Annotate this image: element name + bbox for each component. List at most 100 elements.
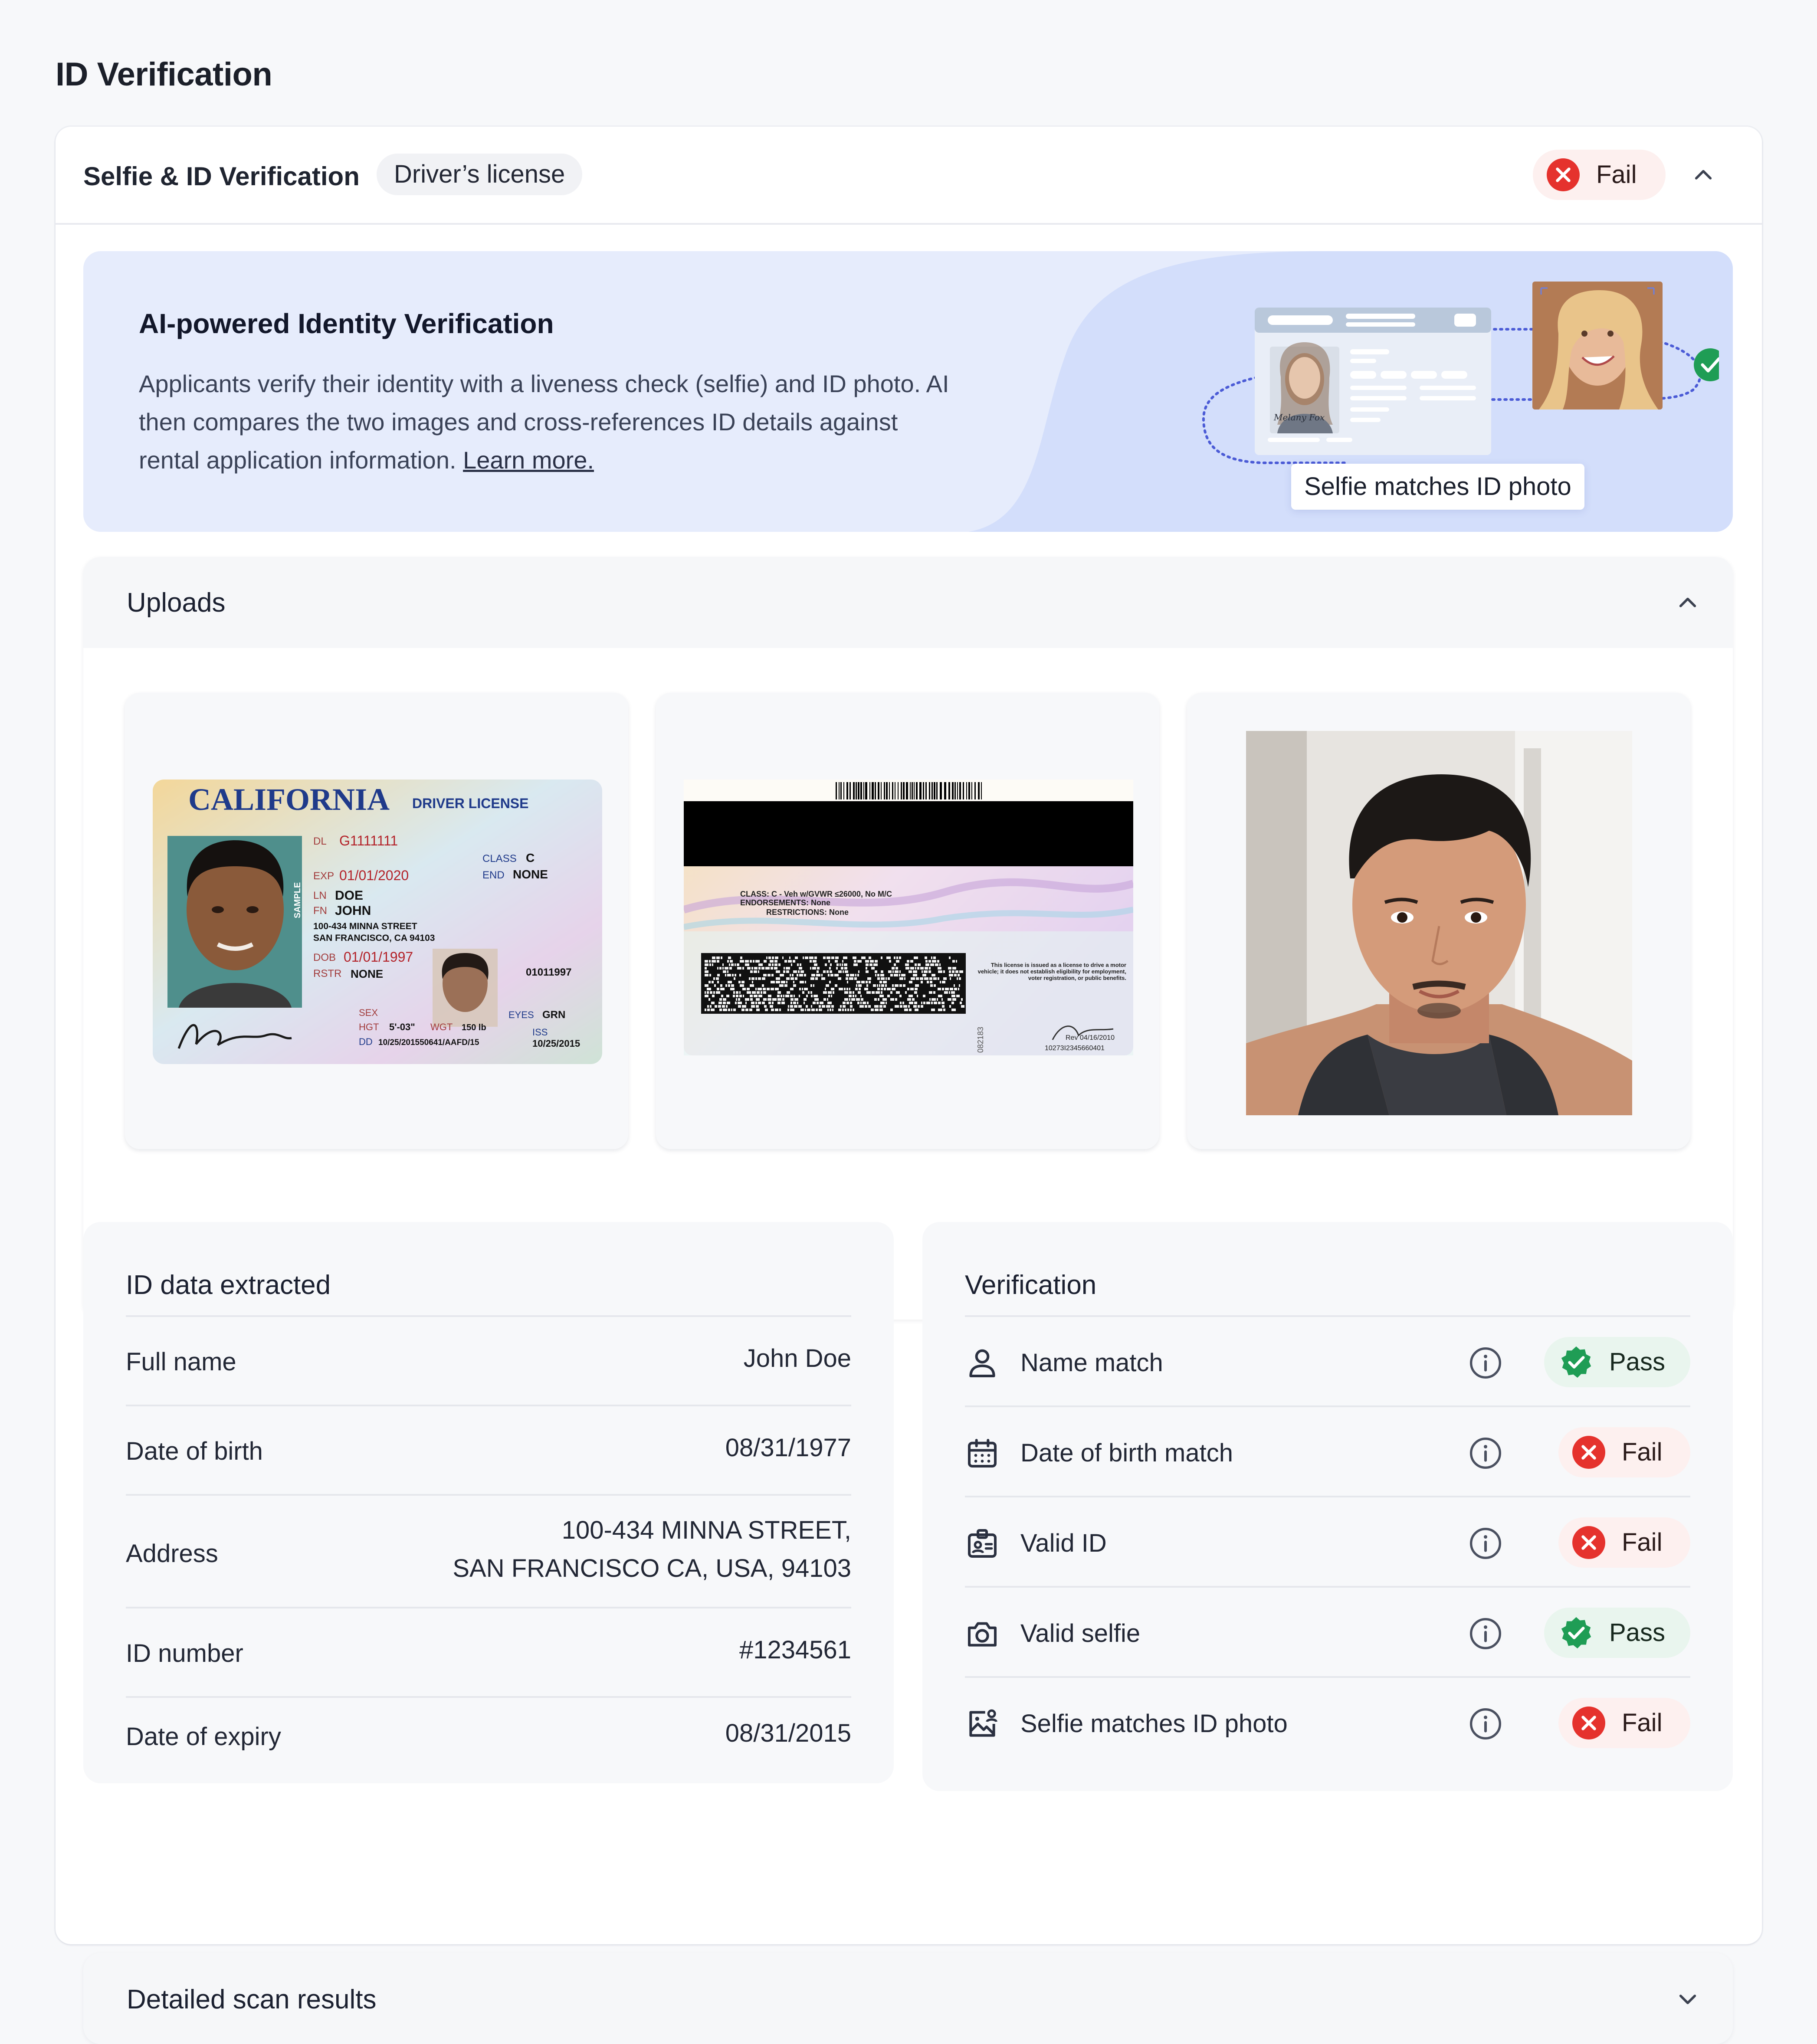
verification-panel: Verification Name match Pass Date of bir… <box>922 1222 1733 1791</box>
id-row-label: Full name <box>126 1348 236 1376</box>
illustration-card-name: Melany Fox <box>1273 412 1325 423</box>
license-sex-label: SEX <box>359 1007 378 1018</box>
status-badge: Pass <box>1544 1608 1690 1658</box>
verification-row-valid-id: Valid ID Fail <box>965 1496 1690 1588</box>
id-row-label: Date of expiry <box>126 1723 281 1751</box>
verification-label: Date of birth match <box>1020 1439 1233 1467</box>
license-type: DRIVER LICENSE <box>412 796 528 811</box>
info-icon[interactable] <box>1468 1436 1503 1471</box>
id-row-id-number: ID number #1234561 <box>126 1607 851 1698</box>
license-back-image: CLASS: C - Veh w/GVWR ≤26000, No M/C END… <box>684 780 1133 1055</box>
illustration-caption: Selfie matches ID photo <box>1291 464 1584 510</box>
license-back-rev: Rev 04/16/2010 <box>1066 1034 1115 1042</box>
verification-title: Verification <box>965 1270 1097 1300</box>
svg-text:HGT: HGT <box>359 1022 379 1032</box>
id-row-label: ID number <box>126 1639 243 1667</box>
uploads-header[interactable]: Uploads <box>83 557 1733 648</box>
selfie-thumbnail[interactable] <box>1187 693 1690 1149</box>
license-ln: DOE <box>335 888 363 903</box>
verification-row-valid-selfie: Valid selfie Pass <box>965 1586 1690 1678</box>
chevron-up-icon[interactable] <box>1676 591 1700 615</box>
license-dl: G1111111 <box>339 833 398 848</box>
status-label: Pass <box>1609 1618 1665 1647</box>
svg-text:DD: DD <box>359 1036 373 1047</box>
status-label: Pass <box>1609 1348 1665 1376</box>
license-front-image: CALIFORNIA DRIVER LICENSE SAMPLE DL G111… <box>153 780 602 1064</box>
id-row-label: Address <box>126 1540 218 1568</box>
license-wgt: 150 lb <box>462 1023 486 1032</box>
license-dd: 10/25/201550641/AAFD/15 <box>378 1038 479 1047</box>
overall-status-badge: Fail <box>1533 150 1666 200</box>
license-back-serial: 10273I2345660401 <box>1045 1045 1105 1052</box>
verification-row-name: Name match Pass <box>965 1315 1690 1407</box>
uploads-title: Uploads <box>127 588 226 618</box>
license-state: CALIFORNIA <box>188 782 390 817</box>
license-back-thumbnail[interactable]: CLASS: C - Veh w/GVWR ≤26000, No M/C END… <box>656 693 1159 1149</box>
detailed-scan-results-header[interactable]: Detailed scan results <box>83 1953 1733 2044</box>
status-badge: Fail <box>1558 1427 1690 1477</box>
license-address-1: 100-434 MINNA STREET <box>313 921 417 931</box>
info-icon[interactable] <box>1468 1707 1503 1741</box>
status-badge: Fail <box>1558 1517 1690 1568</box>
license-sample: SAMPLE <box>293 882 302 918</box>
pass-icon <box>1561 1346 1591 1378</box>
id-row-value-line-2: SAN FRANCISCO CA, USA, 94103 <box>453 1554 851 1582</box>
verification-row-dob: Date of birth match Fail <box>965 1405 1690 1497</box>
chevron-down-icon[interactable] <box>1676 1987 1700 2011</box>
svg-text:EXP: EXP <box>313 870 334 882</box>
svg-text:EYES: EYES <box>508 1009 534 1020</box>
info-icon[interactable] <box>1468 1526 1503 1561</box>
fail-icon <box>1572 1707 1605 1739</box>
id-row-value: 08/31/2015 <box>725 1719 851 1747</box>
license-dob: 01/01/1997 <box>344 949 413 965</box>
svg-text:WGT: WGT <box>430 1022 453 1032</box>
selfie-image <box>1246 731 1632 1115</box>
card-header[interactable]: Selfie & ID Verification Driver’s licens… <box>56 127 1762 225</box>
pass-icon <box>1561 1617 1591 1649</box>
license-back-endorsements: ENDORSEMENTS: None <box>740 898 830 907</box>
info-icon[interactable] <box>1468 1346 1503 1380</box>
license-address-2: SAN FRANCISCO, CA 94103 <box>313 933 435 943</box>
svg-text:RSTR: RSTR <box>313 968 341 979</box>
svg-text:END: END <box>482 869 505 881</box>
id-row-value-line-1: 100-434 MINNA STREET, <box>561 1516 851 1544</box>
license-eyes: GRN <box>542 1009 565 1021</box>
status-label: Fail <box>1622 1709 1663 1737</box>
id-row-value: John Doe <box>743 1344 851 1372</box>
id-badge-icon <box>968 1529 997 1558</box>
id-row-value: 08/31/1977 <box>725 1434 851 1462</box>
svg-text:CLASS: CLASS <box>482 853 517 865</box>
ai-banner: AI-powered Identity Verification Applica… <box>83 251 1733 532</box>
license-back-side-number: 082183 <box>976 1027 985 1053</box>
license-exp: 01/01/2020 <box>339 868 409 883</box>
image-user-icon <box>969 1709 997 1737</box>
id-row-dob: Date of birth 08/31/1977 <box>126 1405 851 1496</box>
id-row-label: Date of birth <box>126 1437 263 1465</box>
verification-label: Name match <box>1020 1349 1163 1377</box>
license-back-restrictions: RESTRICTIONS: None <box>766 908 849 917</box>
license-back-notice: This license is issued as a license to d… <box>977 962 1126 981</box>
license-rstr: NONE <box>351 967 383 980</box>
license-front-thumbnail[interactable]: CALIFORNIA DRIVER LICENSE SAMPLE DL G111… <box>125 693 628 1149</box>
card-title: Selfie & ID Verification <box>83 162 360 191</box>
id-row-value: #1234561 <box>739 1636 851 1664</box>
id-data-title: ID data extracted <box>126 1270 331 1300</box>
learn-more-link[interactable]: Learn more. <box>463 446 594 474</box>
overall-status-label: Fail <box>1596 161 1637 189</box>
banner-title: AI-powered Identity Verification <box>139 308 554 339</box>
license-end: NONE <box>513 868 548 881</box>
verification-card: Selfie & ID Verification Driver’s licens… <box>56 127 1762 2044</box>
svg-text:DL: DL <box>313 835 327 847</box>
id-row-address: Address 100-434 MINNA STREET, SAN FRANCI… <box>126 1494 851 1608</box>
status-label: Fail <box>1622 1438 1663 1466</box>
license-class: C <box>526 851 535 865</box>
fail-icon <box>1572 1436 1605 1469</box>
license-hgt: 5'-03" <box>389 1022 415 1032</box>
verification-label: Valid selfie <box>1020 1619 1141 1648</box>
chevron-up-icon[interactable] <box>1691 163 1715 187</box>
license-dob-small: 01011997 <box>526 966 571 978</box>
id-row-expiry: Date of expiry 08/31/2015 <box>126 1696 851 1780</box>
banner-text: Applicants verify their identity with a … <box>139 365 963 479</box>
info-icon[interactable] <box>1468 1616 1503 1651</box>
fail-icon <box>1572 1526 1605 1559</box>
